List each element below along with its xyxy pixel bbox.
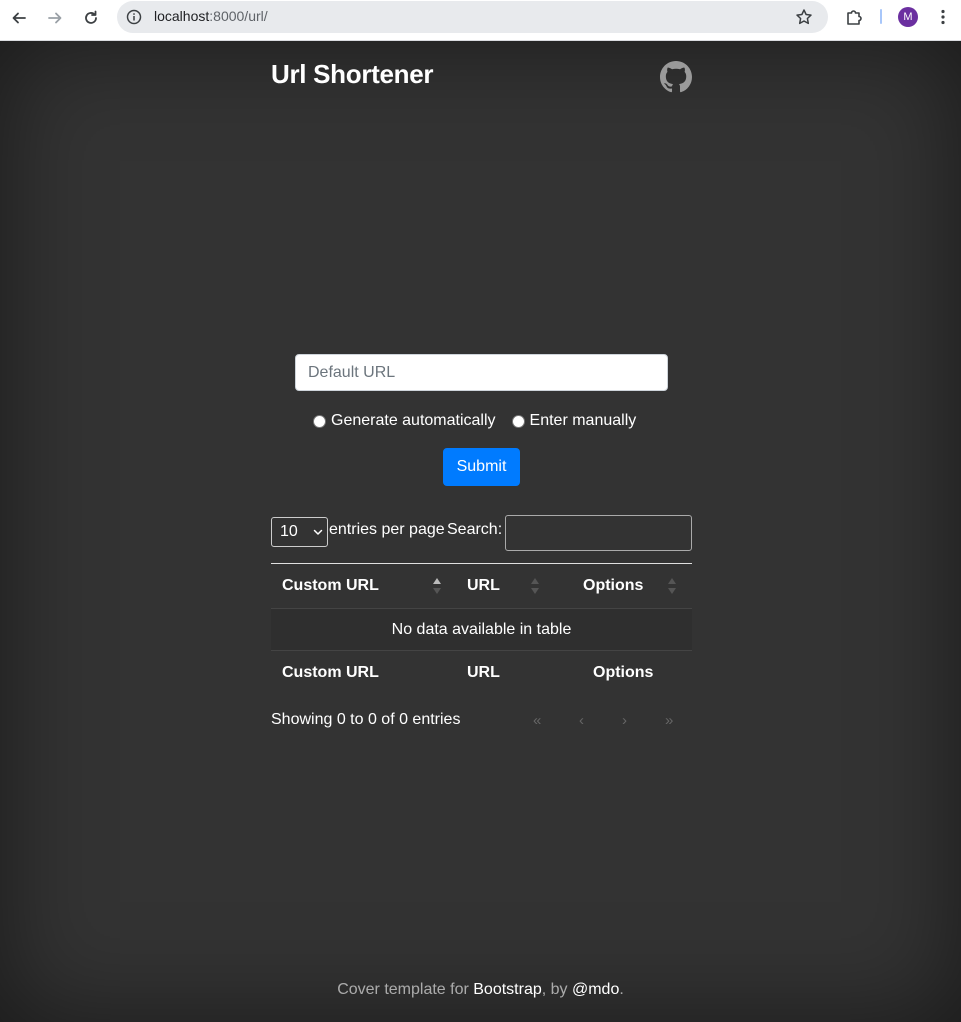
back-arrow-icon [12, 12, 26, 24]
footer-text-suffix: . [619, 981, 624, 998]
pagination-first-button[interactable]: « [533, 712, 541, 729]
submit-button[interactable]: Submit [443, 448, 520, 486]
column-header-url[interactable]: URL [467, 577, 500, 595]
urls-table: Custom URL URL Options No data available… [271, 563, 692, 695]
back-button[interactable] [6, 6, 32, 30]
search-label: Search: [447, 521, 503, 538]
extensions-puzzle-icon[interactable] [845, 8, 863, 26]
table-footer-row: Custom URL URL Options [271, 651, 692, 695]
toolbar-divider [880, 9, 882, 24]
sort-both-icon[interactable] [667, 576, 677, 596]
page-body: Url Shortener Generate automatically Ent… [0, 41, 961, 1022]
profile-avatar[interactable]: M [898, 7, 918, 27]
footer-header-custom-url: Custom URL [282, 664, 379, 681]
url-input[interactable] [295, 354, 668, 391]
forward-arrow-icon [48, 12, 62, 24]
sort-asc-icon[interactable] [432, 576, 442, 596]
page-length-select[interactable]: 10 [271, 517, 328, 547]
footer-text-prefix: Cover template for [337, 981, 474, 998]
search-input[interactable] [505, 515, 692, 551]
footer-text-middle: , by [541, 981, 572, 998]
page-length-value: 10 [280, 523, 298, 540]
radio-auto-label[interactable]: Generate automatically [331, 412, 496, 430]
reload-icon [85, 10, 97, 24]
chevron-down-icon [313, 529, 323, 535]
brand-title[interactable]: Url Shortener [271, 59, 434, 90]
github-icon[interactable] [660, 61, 692, 93]
table-header-row: Custom URL URL Options [271, 564, 692, 609]
pagination-previous-button[interactable]: ‹ [579, 712, 584, 729]
browser-toolbar: localhost:8000/url/ M [0, 0, 961, 41]
radio-enter-manually[interactable] [511, 414, 525, 428]
reload-button[interactable] [78, 6, 104, 30]
table-info: Showing 0 to 0 of 0 entries [271, 711, 461, 728]
footer-header-url: URL [467, 664, 500, 681]
bootstrap-link[interactable]: Bootstrap [473, 981, 541, 998]
kebab-menu-icon[interactable] [934, 8, 952, 26]
empty-table-row: No data available in table [271, 609, 692, 651]
radio-manual-label[interactable]: Enter manually [530, 412, 637, 430]
radio-generate-automatically[interactable] [313, 414, 326, 428]
address-url[interactable]: localhost:8000/url/ [154, 8, 268, 24]
bookmark-star-icon[interactable] [795, 8, 813, 26]
forward-button[interactable] [42, 6, 68, 30]
footer-header-options: Options [593, 664, 654, 681]
url-mode-radio-group: Generate automatically Enter manually [311, 410, 636, 432]
pagination-last-button[interactable]: » [665, 712, 673, 729]
entries-per-page-label: entries per page [329, 521, 445, 538]
sort-both-icon[interactable] [530, 576, 540, 596]
pagination-next-button[interactable]: › [622, 712, 627, 729]
mdo-link[interactable]: @mdo [572, 981, 619, 998]
site-info-icon[interactable] [126, 9, 142, 25]
page-footer: Cover template for Bootstrap, by @mdo. [0, 981, 961, 999]
address-bar[interactable]: localhost:8000/url/ [117, 1, 828, 33]
column-header-options[interactable]: Options [583, 577, 643, 595]
column-header-custom-url[interactable]: Custom URL [282, 577, 379, 595]
